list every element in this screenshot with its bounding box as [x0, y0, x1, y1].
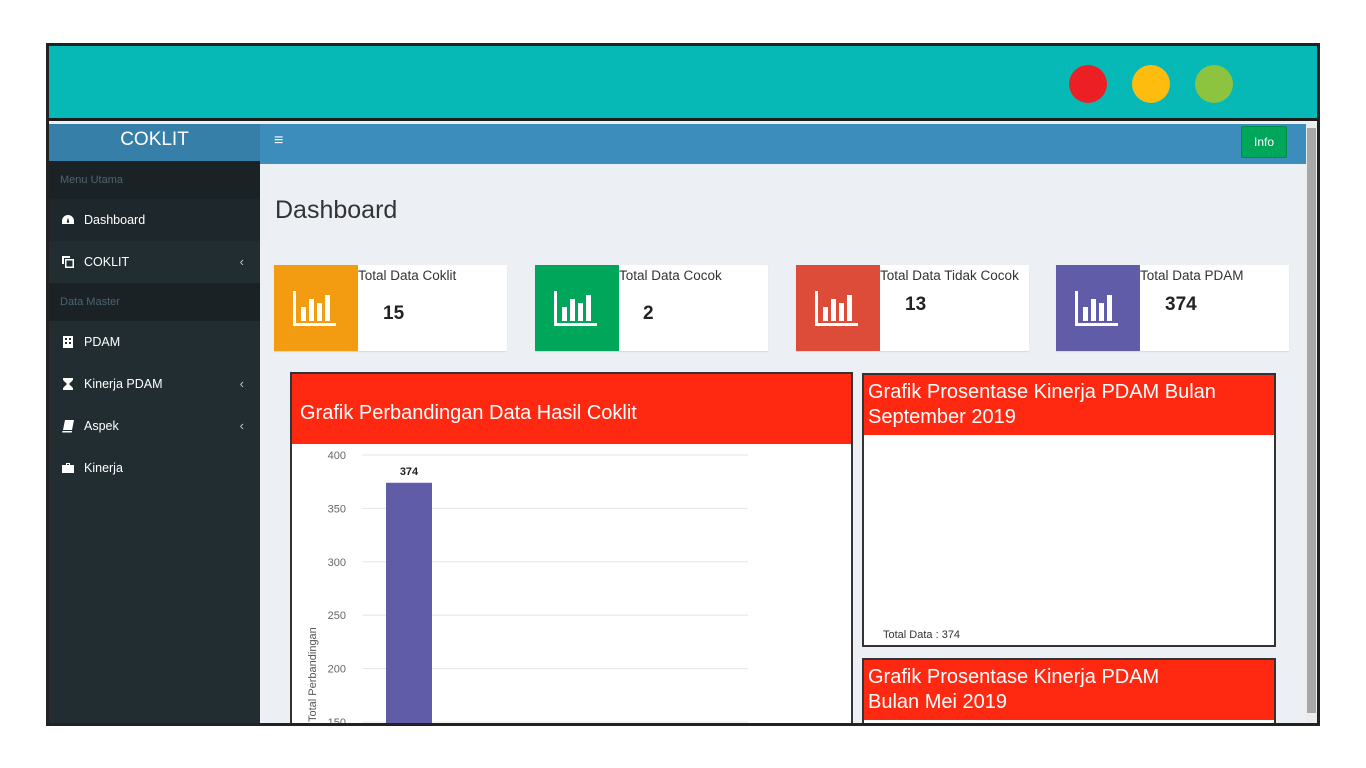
- info-box-value: 15: [383, 303, 405, 324]
- panel-title-line1: Grafik Prosentase Kinerja PDAM Bulan: [868, 381, 1216, 403]
- chart-bar[interactable]: [386, 482, 432, 726]
- info-box-icon-bg: [796, 265, 880, 351]
- chart-y-tick-label: 200: [328, 664, 346, 676]
- dashboard-icon: [62, 215, 74, 224]
- hourglass-icon: [63, 378, 73, 390]
- september-chart-panel: Grafik Prosentase Kinerja PDAM Bulan Sep…: [862, 373, 1276, 647]
- sidebar-item-label: PDAM: [84, 335, 121, 349]
- chart-y-tick-label: 150: [328, 717, 346, 726]
- info-box-value: 2: [643, 303, 654, 324]
- info-box-label: Total Data Coklit: [358, 268, 457, 283]
- info-box-value: 374: [1165, 294, 1197, 315]
- chart-y-axis-label: Total Perbandingan: [307, 627, 319, 722]
- app-logo[interactable]: COKLIT: [49, 124, 260, 161]
- may-chart-panel: Grafik Prosentase Kinerja PDAM Bulan Mei…: [862, 658, 1276, 723]
- info-box-total-data-cocok: Total Data Cocok 2: [535, 265, 768, 351]
- copy-icon: [62, 256, 74, 268]
- info-box-value: 13: [905, 294, 927, 315]
- sidebar-item-label: COKLIT: [84, 255, 130, 269]
- chart-y-tick-label: 300: [328, 557, 346, 569]
- briefcase-icon: [62, 463, 74, 473]
- info-button[interactable]: Info: [1241, 126, 1287, 158]
- info-box-label: Total Data Cocok: [619, 268, 722, 283]
- building-icon: [63, 336, 73, 348]
- sidebar-item-dashboard[interactable]: Dashboard: [49, 199, 260, 241]
- chart-y-ticks: 400 350 300 250 200 150: [328, 450, 346, 726]
- comparison-chart-panel: Grafik Perbandingan Data Hasil Coklit 40…: [290, 372, 853, 726]
- scrollbar-thumb[interactable]: [1307, 128, 1316, 713]
- sidebar-item-label: Kinerja PDAM: [84, 377, 163, 391]
- sidebar-item-aspek[interactable]: Aspek ‹: [49, 405, 260, 447]
- panel-title: Grafik Prosentase Kinerja PDAM Bulan Sep…: [864, 375, 1274, 435]
- chevron-left-icon: ‹: [239, 376, 244, 391]
- chart-y-tick-label: 400: [328, 450, 346, 462]
- info-box-icon-bg: [274, 265, 358, 351]
- menu-header-data-master: Data Master: [49, 283, 260, 321]
- bar-chart-icon: [815, 291, 858, 326]
- sidebar-item-kinerja[interactable]: Kinerja: [49, 447, 260, 489]
- info-box-icon-bg: [1056, 265, 1140, 351]
- panel-title: Grafik Prosentase Kinerja PDAM Bulan Mei…: [864, 660, 1274, 720]
- chart-y-tick-label: 250: [328, 610, 346, 622]
- sidebar-item-label: Dashboard: [84, 213, 146, 227]
- info-box-icon-bg: [535, 265, 619, 351]
- info-box-label: Total Data Tidak Cocok: [880, 268, 1019, 283]
- info-box-total-data-tidak-cocok: Total Data Tidak Cocok 13: [796, 265, 1029, 351]
- sidebar-item-label: Aspek: [84, 419, 119, 433]
- menu-header-menu-utama: Menu Utama: [49, 161, 260, 199]
- bar-chart-icon: [293, 291, 336, 326]
- panel-title-line1: Grafik Prosentase Kinerja PDAM: [868, 666, 1160, 688]
- maximize-window-button[interactable]: [1195, 65, 1233, 103]
- info-box-total-data-pdam: Total Data PDAM 374: [1056, 265, 1289, 351]
- chart-y-tick-label: 350: [328, 503, 346, 515]
- chart-bar-value-label: 374: [400, 466, 419, 478]
- vertical-scrollbar[interactable]: [1306, 124, 1317, 723]
- panel-title-line2: Bulan Mei 2019: [868, 691, 1007, 713]
- book-icon: [62, 420, 74, 433]
- chart-bars: 374: [386, 466, 432, 726]
- total-data-label: Total Data : 374: [883, 629, 961, 641]
- page-title: Dashboard: [275, 196, 398, 224]
- sidebar-item-coklit[interactable]: COKLIT ‹: [49, 241, 260, 283]
- close-window-button[interactable]: [1069, 65, 1107, 103]
- sidebar-item-kinerja-pdam[interactable]: Kinerja PDAM ‹: [49, 363, 260, 405]
- sidebar-item-pdam[interactable]: PDAM: [49, 321, 260, 363]
- hamburger-icon[interactable]: ≡: [274, 132, 283, 150]
- minimize-window-button[interactable]: [1132, 65, 1170, 103]
- info-box-total-data-coklit: Total Data Coklit 15: [274, 265, 507, 351]
- chevron-left-icon: ‹: [239, 418, 244, 433]
- sidebar: COKLIT Menu Utama Dashboard COKLIT ‹ Dat…: [49, 124, 260, 723]
- sidebar-item-label: Kinerja: [84, 461, 123, 475]
- top-navbar: ≡ Info: [260, 124, 1306, 164]
- panel-title: Grafik Perbandingan Data Hasil Coklit: [292, 374, 851, 444]
- chevron-left-icon: ‹: [239, 254, 244, 269]
- panel-title-line2: September 2019: [868, 406, 1016, 428]
- bar-chart-icon: [1075, 291, 1118, 326]
- bar-chart-icon: [554, 291, 597, 326]
- app-window: COKLIT Menu Utama Dashboard COKLIT ‹ Dat…: [46, 43, 1320, 726]
- info-box-label: Total Data PDAM: [1140, 268, 1244, 283]
- window-titlebar: [49, 46, 1317, 121]
- comparison-bar-chart: 400 350 300 250 200 150 374 Total Perbandinga…: [307, 450, 748, 726]
